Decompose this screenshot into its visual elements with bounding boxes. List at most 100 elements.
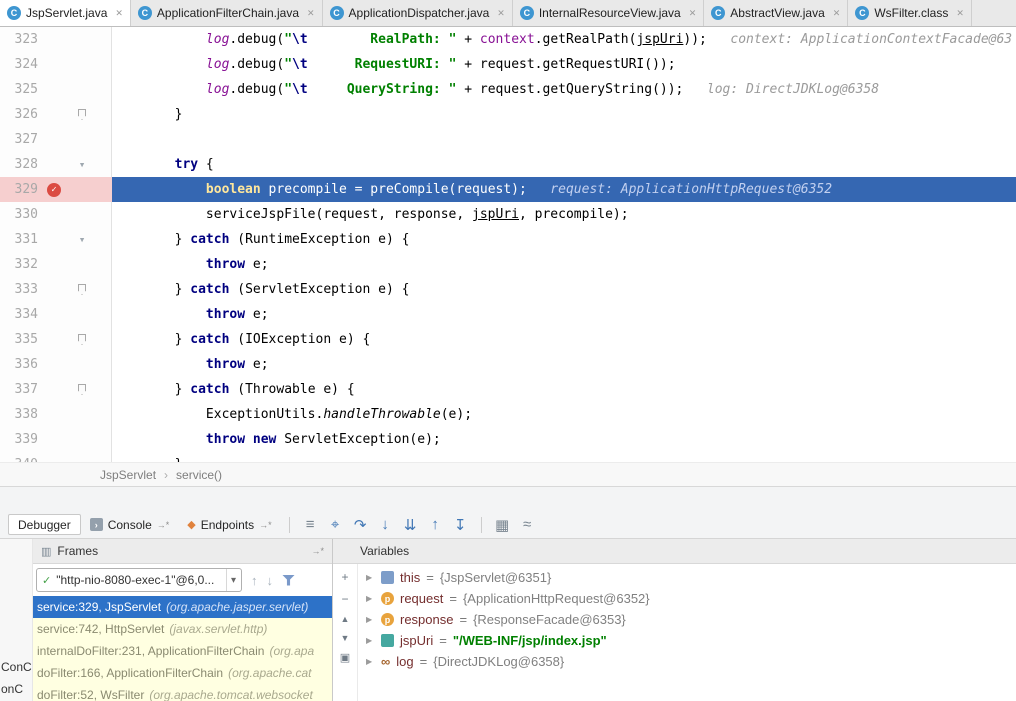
close-icon[interactable]: ✕ [689, 8, 697, 19]
code-text[interactable]: serviceJspFile(request, response, jspUri… [112, 202, 1016, 227]
fold-end-marker-icon[interactable] [78, 384, 86, 395]
tab-wsfilter[interactable]: C WsFilter.class ✕ [848, 0, 972, 26]
code-text[interactable]: boolean precompile = preCompile(request)… [112, 177, 1016, 202]
code-line-331[interactable]: 331▾ } catch (RuntimeException e) { [0, 227, 1016, 252]
code-text[interactable]: } catch (RuntimeException e) { [112, 227, 1016, 252]
code-text[interactable]: log.debug("\t QueryString: " + request.g… [112, 77, 1016, 102]
variable-row[interactable]: ▶ jspUri = "/WEB-INF/jsp/index.jsp" [358, 630, 1016, 651]
tab-endpoints[interactable]: ◆ Endpoints →* [178, 514, 280, 535]
code-line-332[interactable]: 332 throw e; [0, 252, 1016, 277]
code-text[interactable]: log.debug("\t RealPath: " + context.getR… [112, 27, 1016, 52]
variable-row[interactable]: ▶ p response = {ResponseFacade@6353} [358, 609, 1016, 630]
close-icon[interactable]: ✕ [956, 8, 964, 19]
code-text[interactable]: } catch (ServletException e) { [112, 277, 1016, 302]
tab-jspservlet[interactable]: C JspServlet.java ✕ [0, 0, 131, 26]
tab-applicationdispatcher[interactable]: C ApplicationDispatcher.java ✕ [323, 0, 513, 26]
editor-gutter[interactable]: 336 [0, 352, 112, 377]
editor-gutter[interactable]: 339 [0, 427, 112, 452]
code-text[interactable] [112, 127, 1016, 152]
step-out-icon[interactable]: ↑ [423, 516, 448, 533]
code-text[interactable]: } [112, 102, 1016, 127]
tab-applicationfilterchain[interactable]: C ApplicationFilterChain.java ✕ [131, 0, 323, 26]
variable-row[interactable]: ▶ ∞ log = {DirectJDKLog@6358} [358, 651, 1016, 672]
editor-gutter[interactable]: 328▾ [0, 152, 112, 177]
breakpoint-icon[interactable]: ✓ [47, 183, 61, 197]
tab-console[interactable]: › Console →* [81, 514, 179, 535]
editor-gutter[interactable]: 333 [0, 277, 112, 302]
hide-library-frames-filter-icon[interactable] [282, 575, 295, 586]
breadcrumb-method[interactable]: service() [176, 468, 222, 482]
chevron-down-icon[interactable]: ▾ [226, 569, 236, 591]
close-icon[interactable]: ✕ [497, 8, 505, 19]
editor-gutter[interactable]: 332 [0, 252, 112, 277]
mute-breakpoints-icon[interactable]: ≈ [515, 516, 540, 533]
fold-marker-icon[interactable]: ▾ [79, 227, 86, 252]
expand-chevron-icon[interactable]: ▶ [366, 594, 375, 603]
run-to-cursor-icon[interactable]: ↧ [448, 516, 473, 534]
code-text[interactable]: ExceptionUtils.handleThrowable(e); [112, 402, 1016, 427]
expand-chevron-icon[interactable]: ▶ [366, 636, 375, 645]
code-text[interactable]: } [112, 452, 1016, 462]
tab-debugger[interactable]: Debugger [8, 514, 81, 535]
variable-row[interactable]: ▶ this = {JspServlet@6351} [358, 567, 1016, 588]
expand-chevron-icon[interactable]: ▶ [366, 573, 375, 582]
layout-menu-icon[interactable]: ≡ [298, 516, 323, 533]
code-line-333[interactable]: 333 } catch (ServletException e) { [0, 277, 1016, 302]
editor-gutter[interactable]: 331▾ [0, 227, 112, 252]
step-over-icon[interactable]: ↷ [348, 516, 373, 534]
close-icon[interactable]: ✕ [307, 8, 315, 19]
show-execution-point-icon[interactable]: ⌖ [323, 516, 348, 533]
close-icon[interactable]: ✕ [115, 8, 123, 19]
thread-selector[interactable]: ✓ "http-nio-8080-exec-1"@6,0... ▾ [36, 568, 242, 592]
editor-gutter[interactable]: 329✓ [0, 177, 112, 202]
code-line-327[interactable]: 327 [0, 127, 1016, 152]
code-line-336[interactable]: 336 throw e; [0, 352, 1016, 377]
step-into-icon[interactable]: ↓ [373, 516, 398, 533]
editor-gutter[interactable]: 327 [0, 127, 112, 152]
code-line-339[interactable]: 339 throw new ServletException(e); [0, 427, 1016, 452]
code-line-323[interactable]: 323 log.debug("\t RealPath: " + context.… [0, 27, 1016, 52]
code-line-328[interactable]: 328▾ try { [0, 152, 1016, 177]
add-watch-icon[interactable]: + [341, 571, 348, 583]
frame-row[interactable]: service:329, JspServlet (org.apache.jasp… [33, 596, 332, 618]
frame-row[interactable]: service:742, HttpServlet (javax.servlet.… [33, 618, 332, 640]
variable-row[interactable]: ▶ p request = {ApplicationHttpRequest@63… [358, 588, 1016, 609]
code-text[interactable]: } catch (Throwable e) { [112, 377, 1016, 402]
editor-gutter[interactable]: 324 [0, 52, 112, 77]
fold-end-marker-icon[interactable] [78, 284, 86, 295]
previous-frame-icon[interactable]: ↑ [251, 573, 258, 588]
code-text[interactable]: throw e; [112, 252, 1016, 277]
expand-chevron-icon[interactable]: ▶ [366, 615, 375, 624]
next-frame-icon[interactable]: ↓ [267, 573, 274, 588]
frame-row[interactable]: doFilter:52, WsFilter (org.apache.tomcat… [33, 684, 332, 701]
code-line-326[interactable]: 326 } [0, 102, 1016, 127]
editor-gutter[interactable]: 335 [0, 327, 112, 352]
code-text[interactable]: log.debug("\t RequestURI: " + request.ge… [112, 52, 1016, 77]
code-text[interactable]: throw new ServletException(e); [112, 427, 1016, 452]
scroll-up-icon[interactable]: ▲ [341, 615, 350, 624]
close-icon[interactable]: ✕ [833, 8, 841, 19]
force-step-into-icon[interactable]: ⇊ [398, 516, 423, 534]
editor-gutter[interactable]: 323 [0, 27, 112, 52]
remove-watch-icon[interactable]: − [341, 593, 348, 605]
code-line-329[interactable]: 329✓ boolean precompile = preCompile(req… [0, 177, 1016, 202]
code-editor[interactable]: 323 log.debug("\t RealPath: " + context.… [0, 27, 1016, 462]
breadcrumb-class[interactable]: JspServlet [100, 468, 156, 482]
code-text[interactable]: try { [112, 152, 1016, 177]
editor-gutter[interactable]: 340 [0, 452, 112, 462]
editor-gutter[interactable]: 330 [0, 202, 112, 227]
code-line-330[interactable]: 330 serviceJspFile(request, response, js… [0, 202, 1016, 227]
editor-gutter[interactable]: 334 [0, 302, 112, 327]
editor-gutter[interactable]: 337 [0, 377, 112, 402]
code-text[interactable]: } catch (IOException e) { [112, 327, 1016, 352]
tab-internalresourceview[interactable]: C InternalResourceView.java ✕ [513, 0, 704, 26]
editor-gutter[interactable]: 326 [0, 102, 112, 127]
frame-row[interactable]: doFilter:166, ApplicationFilterChain (or… [33, 662, 332, 684]
code-line-334[interactable]: 334 throw e; [0, 302, 1016, 327]
code-text[interactable]: throw e; [112, 352, 1016, 377]
code-line-337[interactable]: 337 } catch (Throwable e) { [0, 377, 1016, 402]
editor-gutter[interactable]: 338 [0, 402, 112, 427]
code-text[interactable]: throw e; [112, 302, 1016, 327]
fold-marker-icon[interactable]: ▾ [79, 152, 86, 177]
view-breakpoints-icon[interactable]: ▦ [490, 516, 515, 534]
